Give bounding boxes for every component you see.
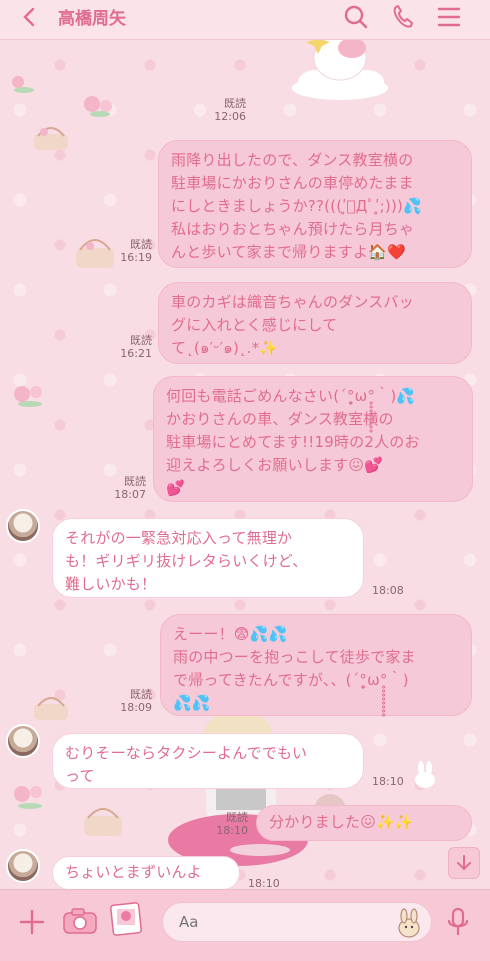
- contact-avatar[interactable]: [6, 509, 40, 543]
- message-time: 12:06: [214, 110, 246, 123]
- message-line: で帰ってきたんですが、、(´°̥̥̥̥̥̥̥̥ω°̥̥̥̥̥̥̥̥｀): [173, 671, 409, 689]
- message-line: えーー！😨💦💦: [173, 625, 288, 643]
- message-bubble-sent[interactable]: 雨降り出したので、ダンス教室横の 駐車場にかおりさんの車停めたまま にしときまし…: [158, 140, 472, 268]
- message-bubble-sent[interactable]: 何回も電話ごめんなさい(´°̥̥̥̥̥̥̥̥ω°̥̥̥̥̥̥̥̥｀)💦 かおりさ…: [153, 376, 473, 502]
- basket-decoration: [84, 808, 122, 836]
- rose-decoration: [14, 786, 42, 809]
- character-on-cloud-decoration: [292, 32, 388, 100]
- menu-icon[interactable]: [437, 3, 461, 35]
- message-input[interactable]: [162, 902, 432, 942]
- rose-decoration: [12, 76, 34, 93]
- message-line: かおりさんの車、ダンス教室横の: [166, 410, 394, 428]
- basket-decoration: [34, 697, 68, 720]
- chevron-left-icon[interactable]: [22, 6, 36, 34]
- message-line: むりそーならタクシーよんででもい: [65, 744, 308, 762]
- chat-header: 高橋周矢: [0, 0, 490, 40]
- message-line: 難しいかも！: [65, 575, 157, 593]
- contact-avatar[interactable]: [6, 724, 40, 758]
- search-icon[interactable]: [343, 3, 369, 35]
- message-line: って: [65, 767, 95, 785]
- message-line: 駐車場にかおりさんの車停めたまま: [171, 174, 414, 192]
- sticker-icon[interactable]: [396, 908, 422, 942]
- rose-decoration: [84, 96, 112, 117]
- message-time: 16:19: [120, 251, 152, 264]
- camera-icon[interactable]: [62, 906, 98, 940]
- message-bubble-received[interactable]: それがの一緊急対応入って無理か も！ギリギリ抜けレタらいくけど、 難しいかも！: [52, 518, 364, 598]
- message-line: 💦💦: [173, 694, 211, 712]
- message-line: ちょいとまずいんよ: [65, 863, 202, 881]
- message-meta: 既読 16:21: [110, 334, 152, 360]
- rose-decoration: [14, 386, 42, 407]
- read-receipt: 既読: [224, 97, 246, 110]
- message-line: も！ギリギリ抜けレタらいくけど、: [65, 552, 308, 570]
- read-receipt: 既読: [130, 688, 152, 701]
- message-bubble-sent[interactable]: 車のカギは織音ちゃんのダンスバッ グに入れとく感じにして て˛(๑′ᵕ′๑)˛.…: [158, 282, 472, 364]
- basket-decoration: [34, 127, 68, 150]
- message-time: 16:21: [120, 347, 152, 360]
- contact-avatar[interactable]: [6, 849, 40, 883]
- read-receipt: 既読: [130, 238, 152, 251]
- arrow-down-icon: [457, 855, 471, 871]
- microphone-icon[interactable]: [447, 907, 469, 941]
- message-meta: 既読 18:09: [110, 688, 152, 714]
- message-line: グに入れとく感じにして: [171, 316, 338, 334]
- read-receipt: 既読: [130, 334, 152, 347]
- bunny-decoration: [415, 761, 435, 788]
- message-line: 雨の中つーを抱っこして徒歩で家ま: [173, 648, 416, 666]
- message-line: 車のカギは織音ちゃんのダンスバッ: [171, 293, 414, 311]
- phone-icon[interactable]: [390, 3, 416, 35]
- message-line: て˛(๑′ᵕ′๑)˛.*✨: [171, 339, 279, 357]
- message-line: んと歩いて家まで帰りますよ🏠❤️: [171, 243, 406, 261]
- message-bubble-sent[interactable]: 分かりました😖✨✨: [256, 805, 472, 841]
- message-meta: 既読 18:07: [102, 475, 146, 501]
- message-time: 18:10: [216, 824, 248, 837]
- message-meta: 既読 18:10: [208, 811, 248, 837]
- scroll-to-bottom-button[interactable]: [448, 847, 480, 879]
- message-bubble-received[interactable]: むりそーならタクシーよんででもい って: [52, 733, 364, 789]
- chat-title[interactable]: 高橋周矢: [58, 4, 126, 29]
- message-line: 駐車場にとめてます!!19時の2人のお: [166, 433, 420, 451]
- message-meta: 既読 12:06: [200, 97, 246, 123]
- read-receipt: 既読: [124, 475, 146, 488]
- message-line: それがの一緊急対応入って無理か: [65, 529, 293, 547]
- message-line: 💕: [166, 479, 185, 497]
- message-line: 迎えよろしくお願いします😖💕: [166, 456, 384, 474]
- message-bubble-received[interactable]: ちょいとまずいんよ: [52, 856, 240, 890]
- message-time: 18:08: [372, 584, 404, 597]
- plus-icon[interactable]: [18, 908, 46, 940]
- message-line: 私はおりおとちゃん預けたら月ちゃ: [171, 220, 415, 238]
- message-line: 雨降り出したので、ダンス教室横の: [171, 151, 414, 169]
- message-line: 何回も電話ごめんなさい(´°̥̥̥̥̥̥̥̥ω°̥̥̥̥̥̥̥̥｀)💦: [166, 387, 416, 405]
- message-bubble-sent[interactable]: えーー！😨💦💦 雨の中つーを抱っこして徒歩で家ま で帰ってきたんですが、、(´°…: [160, 614, 472, 716]
- message-line: 分かりました😖✨✨: [269, 813, 414, 831]
- message-meta: 既読 16:19: [110, 238, 152, 264]
- message-time: 18:09: [120, 701, 152, 714]
- photo-icon[interactable]: [110, 902, 142, 940]
- message-input-bar: [0, 889, 490, 961]
- message-time: 18:07: [114, 488, 146, 501]
- message-time: 18:10: [372, 775, 404, 788]
- message-line: にしときましょうか??(((ʹ̥ﾟДﾟʹ̥;)))💦: [171, 197, 422, 215]
- read-receipt: 既読: [226, 811, 248, 824]
